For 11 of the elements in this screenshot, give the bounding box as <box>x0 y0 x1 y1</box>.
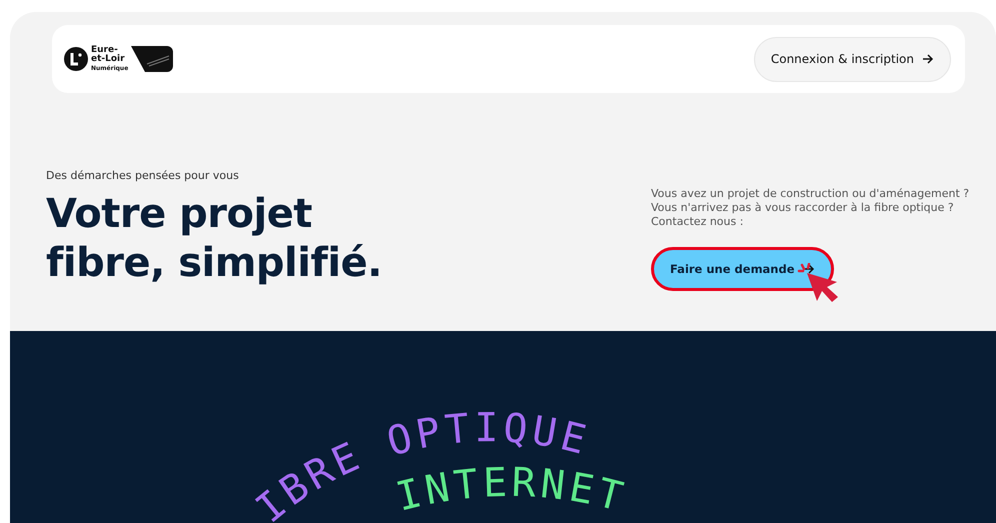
request-button[interactable]: Faire une demande <box>651 247 834 291</box>
arrow-right-icon <box>802 263 815 275</box>
logo-icon <box>64 47 88 71</box>
arrow-right-icon <box>922 53 934 65</box>
logo-text: Eure- <box>91 46 118 54</box>
login-button[interactable]: Connexion & inscription <box>754 36 951 82</box>
logo-text: et-Loir <box>91 54 126 64</box>
logo-badge-icon <box>131 46 174 72</box>
hero-title: Votre projet fibre, simplifié. <box>46 190 382 288</box>
hero-description: Vous avez un projet de construction ou d'aménagement ? Vous n'arrivez pas à vous raccorder à la fibre optique ? Contactez nous : <box>651 187 970 229</box>
eyebrow-text: Des démarches pensées pour vous <box>46 169 240 182</box>
